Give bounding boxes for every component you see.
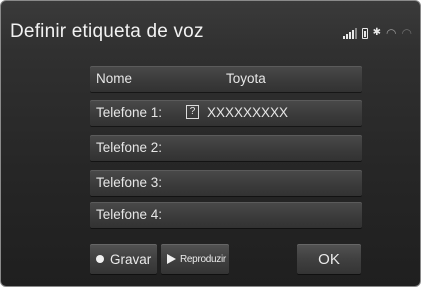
bluetooth-icon: ✱: [372, 27, 382, 38]
phone-2-label: Telefone 2:: [96, 140, 163, 155]
battery-icon: [361, 28, 368, 39]
title-bar: Definir etiqueta de voz ✱ ◠ ◠: [1, 1, 420, 61]
ok-label: OK: [318, 251, 340, 268]
record-icon: [96, 255, 104, 263]
status-bar: ✱ ◠ ◠: [342, 25, 412, 40]
name-value: Toyota: [226, 71, 266, 86]
wifi-weak-icon: ◠: [401, 26, 412, 40]
wifi-icon: ◠: [386, 26, 397, 40]
phone-2-row[interactable]: Telefone 2:: [90, 135, 362, 161]
phone-4-label: Telefone 4:: [96, 207, 163, 222]
phone-3-label: Telefone 3:: [96, 175, 163, 190]
signal-icon: [342, 27, 357, 39]
phone-4-row[interactable]: Telefone 4:: [90, 202, 362, 228]
play-label: Reproduzir: [180, 254, 226, 265]
phone-3-row[interactable]: Telefone 3:: [90, 170, 362, 196]
play-icon: [167, 254, 176, 264]
phone-1-label: Telefone 1:: [96, 105, 163, 120]
record-label: Gravar: [110, 252, 152, 267]
screen: Definir etiqueta de voz ✱ ◠ ◠ Nome Toyot…: [0, 0, 421, 287]
record-button[interactable]: Gravar: [90, 244, 157, 274]
ok-button[interactable]: OK: [297, 244, 361, 274]
play-button[interactable]: Reproduzir: [161, 244, 229, 274]
phone-1-row[interactable]: Telefone 1: ? XXXXXXXXX: [90, 100, 362, 126]
phone-1-value: XXXXXXXXX: [207, 105, 289, 120]
name-label: Nome: [96, 71, 133, 86]
page-title: Definir etiqueta de voz: [10, 21, 204, 42]
question-mark-icon: ?: [186, 105, 199, 119]
name-row[interactable]: Nome Toyota: [90, 66, 362, 92]
